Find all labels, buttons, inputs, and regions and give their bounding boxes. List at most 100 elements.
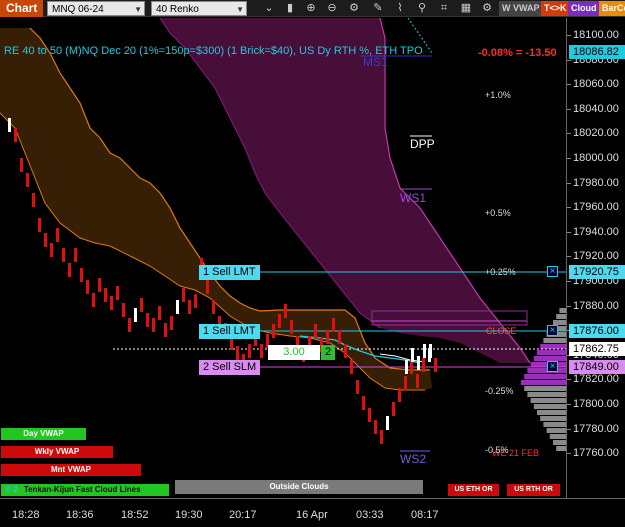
- cancel-order-3-icon[interactable]: ×: [547, 361, 558, 372]
- cloud-button[interactable]: Cloud: [568, 1, 600, 16]
- ichimoku-clouds: [0, 18, 566, 451]
- renko-brick: [128, 318, 131, 332]
- chart-trader-icon[interactable]: ⌗: [437, 1, 451, 15]
- sell-lmt-2-tag[interactable]: 1 Sell LMT: [199, 324, 260, 339]
- price-change: -0.08% = -13.50: [478, 47, 557, 59]
- ms1-label: MS1: [363, 55, 388, 69]
- renko-brick: [410, 360, 413, 374]
- renko-brick: [206, 280, 209, 294]
- renko-brick-up: [405, 360, 408, 374]
- renko-brick: [350, 360, 353, 374]
- price-tick: 18060.00: [567, 78, 625, 90]
- volume-profile: [521, 308, 566, 451]
- time-tick: 19:30: [175, 509, 203, 521]
- renko-brick: [386, 416, 389, 430]
- profile-bar: [537, 350, 566, 355]
- price-tick: 17920.00: [567, 250, 625, 262]
- renko-brick: [68, 263, 71, 277]
- time-tick: 03:33: [356, 509, 384, 521]
- renko-brick: [80, 268, 83, 282]
- profile-bar: [556, 446, 566, 451]
- indicators-icon[interactable]: ⌇: [393, 1, 407, 15]
- renko-brick: [86, 280, 89, 294]
- renko-brick: [272, 324, 275, 338]
- cancel-order-1-icon[interactable]: ×: [547, 266, 558, 277]
- pct-plus-05: +0.5%: [485, 208, 511, 218]
- renko-brick: [104, 288, 107, 302]
- wvwap-button[interactable]: W VWAP: [499, 1, 543, 16]
- renko-brick: [284, 304, 287, 318]
- zoom-out-icon[interactable]: ⊖: [325, 1, 339, 15]
- barco-button[interactable]: BarCo: [599, 1, 625, 16]
- position-qty[interactable]: 2: [321, 345, 335, 360]
- profile-bar: [524, 386, 566, 391]
- renko-brick: [356, 380, 359, 394]
- strategy-icon[interactable]: ⚲: [415, 1, 429, 15]
- renko-brick-up: [429, 344, 432, 358]
- time-axis[interactable]: 18:28 18:36 18:52 19:30 20:17 16 Apr 03:33 08:1…: [0, 498, 625, 527]
- time-tick: 08:17: [411, 509, 439, 521]
- wkly-vwap-legend[interactable]: Wkly VWAP: [1, 446, 113, 458]
- settings-icon[interactable]: ⚙: [480, 1, 494, 15]
- chart-panel[interactable]: RE 40 to 50 (M)NQ Dec 20 (1%=150p=$300) …: [0, 18, 566, 498]
- chevron-down-icon[interactable]: ⌄: [262, 1, 276, 15]
- renko-brick: [74, 248, 77, 262]
- profile-bar: [540, 416, 566, 421]
- day-vwap-legend[interactable]: Day VWAP: [1, 428, 86, 440]
- bar-style-icon[interactable]: ▮: [283, 1, 297, 15]
- renko-brick: [110, 296, 113, 310]
- renko-brick: [344, 344, 347, 358]
- renko-brick: [158, 306, 161, 320]
- zoom-in-icon[interactable]: ⊕: [304, 1, 318, 15]
- outside-clouds-legend[interactable]: Outside Clouds: [175, 480, 423, 494]
- us-eth-or-legend[interactable]: US ETH OR: [448, 484, 499, 496]
- price-tick: 17820.00: [567, 373, 625, 385]
- renko-brick: [194, 294, 197, 308]
- price-tick: 17940.00: [567, 226, 625, 238]
- price-tick: 17800.00: [567, 398, 625, 410]
- sell-lmt-1-tag[interactable]: 1 Sell LMT: [199, 265, 260, 280]
- ws1-label: WS1: [400, 191, 427, 205]
- profile-bar: [540, 344, 566, 349]
- us-rth-or-legend[interactable]: US RTH OR: [507, 484, 560, 496]
- draw-tool-icon[interactable]: ✎: [371, 1, 385, 15]
- chart-canvas[interactable]: [0, 18, 566, 498]
- renko-brick: [164, 323, 167, 337]
- renko-brick: [290, 320, 293, 334]
- close-label: CLOSE: [486, 326, 517, 336]
- mnt-vwap-legend[interactable]: Mnt VWAP: [1, 464, 141, 476]
- properties-icon[interactable]: ⚙: [347, 1, 361, 15]
- tk-button[interactable]: T<>K: [541, 1, 570, 16]
- price-axis[interactable]: 18100.00 18080.00 18060.00 18040.00 18020.00…: [566, 18, 625, 498]
- chevron-down-icon: ▼: [236, 5, 244, 14]
- sell-lmt-1-price-tag: 17920.75: [569, 265, 625, 279]
- high-price-tag: 18086.82: [569, 45, 625, 59]
- renko-brick: [140, 298, 143, 312]
- renko-brick: [176, 300, 179, 314]
- renko-brick: [32, 193, 35, 207]
- price-tick: 18100.00: [567, 29, 625, 41]
- price-tick: 17760.00: [567, 447, 625, 459]
- renko-brick: [404, 376, 407, 390]
- price-tick: 17980.00: [567, 177, 625, 189]
- renko-brick: [146, 313, 149, 327]
- renko-brick-up: [417, 356, 420, 370]
- renko-brick: [116, 286, 119, 300]
- renko-brick: [398, 388, 401, 402]
- renko-brick: [14, 128, 17, 142]
- renko-brick: [134, 308, 137, 322]
- position-pnl[interactable]: 3.00: [268, 345, 320, 360]
- renko-brick: [362, 396, 365, 410]
- symbol-selector[interactable]: MNQ 06-24 ▼: [47, 1, 145, 16]
- renko-brick: [260, 344, 263, 358]
- tenkan-legend[interactable]: © 2 Tenkan-Kijun Fast Cloud Lines: [1, 484, 169, 496]
- bar-type-selector[interactable]: 40 Renko ▼: [151, 1, 247, 16]
- symbol-value: MNQ 06-24: [52, 4, 104, 15]
- renko-brick: [122, 303, 125, 317]
- time-tick: 16 Apr: [296, 509, 328, 521]
- renko-brick: [248, 344, 251, 358]
- sell-slm-tag[interactable]: 2 Sell SLM: [199, 360, 261, 375]
- data-box-icon[interactable]: ▦: [459, 1, 473, 15]
- renko-brick: [380, 430, 383, 444]
- cancel-order-2-icon[interactable]: ×: [547, 325, 558, 336]
